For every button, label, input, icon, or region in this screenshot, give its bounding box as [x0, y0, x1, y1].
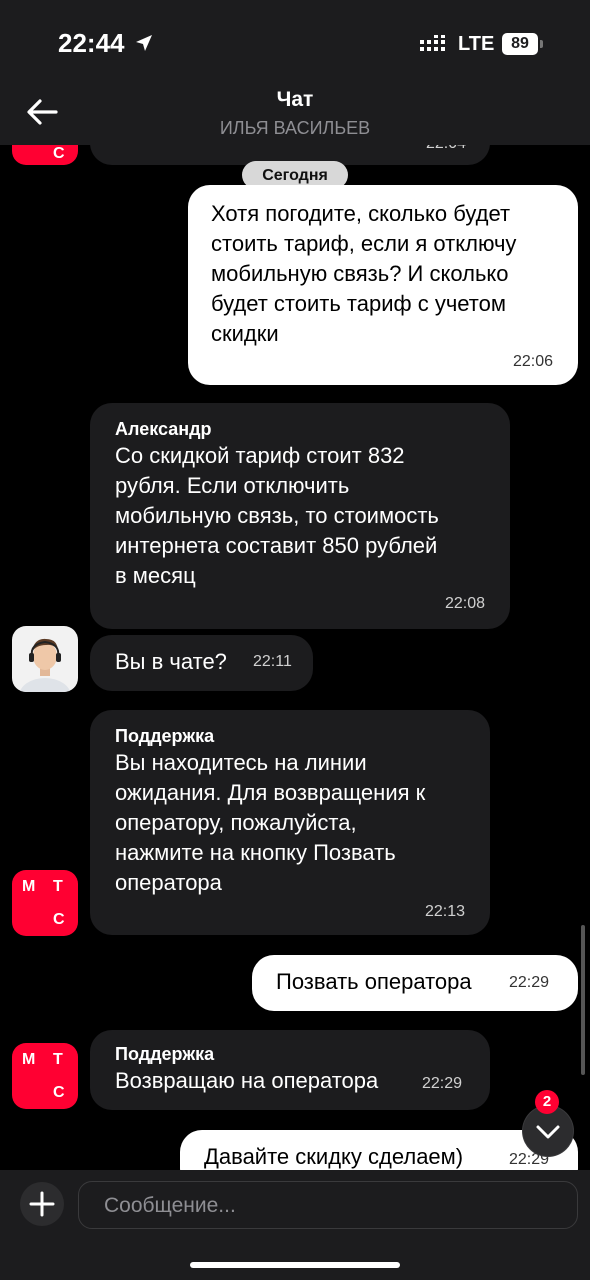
message-text: Хотя погодите, сколько будет стоить тари…: [211, 201, 517, 346]
chat-subtitle: ИЛЬЯ ВАСИЛЬЕВ: [219, 118, 371, 138]
battery-icon: 89: [502, 33, 543, 55]
plus-icon: [29, 1191, 55, 1217]
sender-name: Поддержка: [115, 726, 215, 746]
message-text: Вы в чате?: [115, 649, 227, 674]
message-time: 22:11: [253, 653, 292, 670]
chat-title: Чат: [276, 88, 314, 111]
location-arrow-icon: [136, 35, 152, 51]
network-type: LTE: [458, 33, 495, 55]
message-input[interactable]: Сообщение...: [78, 1181, 578, 1229]
attach-button[interactable]: [20, 1182, 64, 1226]
message-bubble[interactable]: Поддержка Вы находитесь на линии ожидани…: [90, 710, 490, 935]
message-time: 22:06: [512, 353, 553, 370]
battery-level: 89: [502, 33, 538, 55]
message-time: 22:13: [424, 903, 465, 920]
message-text: Давайте скидку сделаем): [204, 1144, 464, 1169]
message-bubble[interactable]: Вы в чате? 22:11: [90, 635, 313, 691]
unread-badge: 2: [535, 1090, 559, 1114]
message-input-placeholder: Сообщение...: [104, 1194, 236, 1217]
message-list[interactable]: С 22:04 Сегодня Хотя погодите, сколько б…: [0, 145, 590, 1170]
chat-header: 22:44 LTE 89 Чат ИЛЬЯ ВАСИЛЬЕВ: [0, 0, 590, 145]
operator-avatar[interactable]: М Т С: [12, 1043, 78, 1109]
composer: Сообщение...: [0, 1170, 590, 1280]
operator-photo-icon: [19, 638, 71, 692]
message-text: Со скидкой тариф стоит 832 рубля. Если о…: [115, 443, 439, 588]
scrollbar[interactable]: [581, 925, 585, 1075]
operator-avatar[interactable]: М Т С: [12, 870, 78, 936]
message-bubble[interactable]: Хотя погодите, сколько будет стоить тари…: [188, 185, 578, 385]
message-text: Вы находитесь на линии ожидания. Для воз…: [115, 750, 426, 895]
sender-name: Александр: [115, 419, 212, 439]
operator-avatar[interactable]: [12, 626, 78, 692]
message-time: 22:29: [509, 974, 550, 991]
operator-avatar: С: [12, 145, 78, 165]
message-time: 22:08: [444, 595, 485, 612]
message-bubble[interactable]: Давайте скидку сделаем) 22:29: [180, 1130, 578, 1170]
message-time: 22:29: [422, 1075, 463, 1092]
message-bubble[interactable]: Поддержка Возвращаю на оператора 22:29: [90, 1030, 490, 1110]
message-time: 22:04: [426, 145, 466, 153]
message-bubble[interactable]: Александр Со скидкой тариф стоит 832 руб…: [90, 403, 510, 629]
status-time: 22:44: [58, 28, 125, 58]
home-indicator[interactable]: [190, 1262, 400, 1268]
message-text: Возвращаю на оператора: [115, 1068, 379, 1093]
sender-name: Поддержка: [115, 1044, 215, 1064]
message-bubble[interactable]: Позвать оператора 22:29: [252, 955, 578, 1011]
message-text: Позвать оператора: [276, 969, 472, 994]
signal-icon: [420, 35, 445, 51]
